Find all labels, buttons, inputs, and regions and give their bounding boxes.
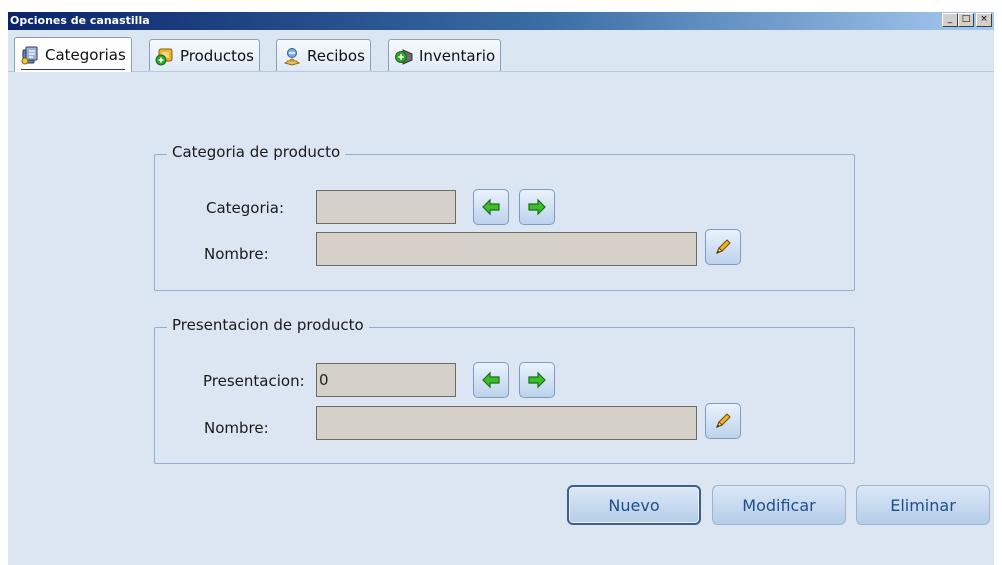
arrow-left-icon xyxy=(482,371,500,389)
tab-label: Inventario xyxy=(419,46,496,65)
tab-categorias[interactable]: Categorias xyxy=(14,37,132,72)
categoria-edit-button[interactable] xyxy=(705,229,741,265)
minimize-button[interactable]: _ xyxy=(942,13,958,27)
title-bar[interactable]: Opciones de canastilla _ □ × xyxy=(8,12,994,30)
pencil-icon xyxy=(716,413,731,428)
presentacion-prev-button[interactable] xyxy=(473,362,509,398)
inventory-icon xyxy=(395,48,413,65)
close-button[interactable]: × xyxy=(976,13,992,27)
arrow-right-icon xyxy=(528,198,546,216)
tab-active-underline xyxy=(21,69,125,70)
presentacion-group-title: Presentacion de producto xyxy=(167,316,369,334)
arrow-left-icon xyxy=(482,198,500,216)
tab-label: Categorias xyxy=(45,46,126,64)
tab-recibos[interactable]: Recibos xyxy=(276,39,371,71)
maximize-button[interactable]: □ xyxy=(958,13,974,27)
tab-label: Recibos xyxy=(307,46,365,65)
tab-bar: Categorias Productos Recibos Inventario xyxy=(8,30,994,72)
app-window: Opciones de canastilla _ □ × Categorias xyxy=(0,0,1002,565)
products-icon xyxy=(155,48,173,65)
tab-content-categorias: Categoria de producto Categoria: Nombre:… xyxy=(8,72,994,565)
nuevo-button[interactable]: Nuevo xyxy=(567,485,701,525)
window-title: Opciones de canastilla xyxy=(10,14,150,27)
window-controls: _ □ × xyxy=(942,13,992,27)
categoria-label: Categoria: xyxy=(206,199,285,217)
categoria-field[interactable] xyxy=(316,190,456,224)
tab-inventario[interactable]: Inventario xyxy=(388,39,502,71)
modificar-button[interactable]: Modificar xyxy=(712,485,846,525)
receipts-icon xyxy=(283,47,301,66)
tab-label: Productos xyxy=(180,46,254,65)
presentacion-edit-button[interactable] xyxy=(705,403,741,439)
categoria-nombre-label: Nombre: xyxy=(204,245,269,263)
presentacion-field[interactable] xyxy=(316,363,456,397)
categoria-prev-button[interactable] xyxy=(473,189,509,225)
category-icon xyxy=(21,46,38,65)
eliminar-button[interactable]: Eliminar xyxy=(856,485,990,525)
arrow-right-icon xyxy=(528,371,546,389)
tab-productos[interactable]: Productos xyxy=(149,39,260,71)
presentacion-nombre-label: Nombre: xyxy=(204,419,269,437)
presentacion-next-button[interactable] xyxy=(519,362,555,398)
pencil-icon xyxy=(716,239,731,254)
categoria-nombre-field[interactable] xyxy=(316,232,697,266)
presentacion-label: Presentacion: xyxy=(203,372,305,390)
presentacion-nombre-field[interactable] xyxy=(316,406,697,440)
categoria-group-title: Categoria de producto xyxy=(167,143,346,161)
categoria-next-button[interactable] xyxy=(519,189,555,225)
